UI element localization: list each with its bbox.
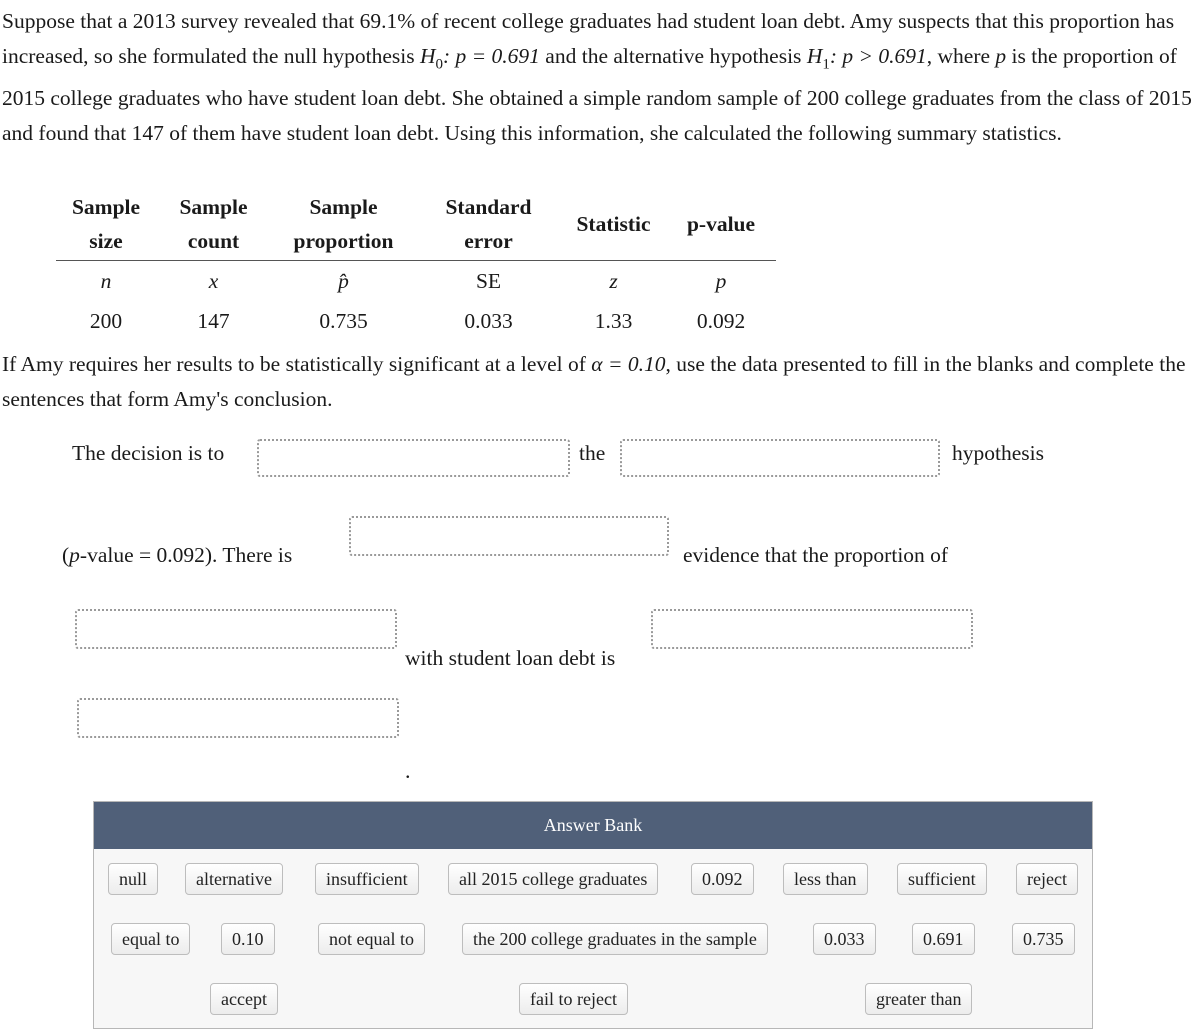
table-value-row: 200 147 0.735 0.033 1.33 0.092 xyxy=(56,301,776,341)
h0-symbol: H xyxy=(419,43,436,68)
header-line: proportion xyxy=(293,229,394,253)
hypothesis-label: hypothesis xyxy=(952,441,1044,465)
problem-intro: Suppose that a 2013 survey revealed that… xyxy=(2,4,1198,150)
h1-symbol: H xyxy=(806,43,823,68)
intro-text: , where xyxy=(926,43,996,68)
answer-chip[interactable]: equal to xyxy=(111,923,191,955)
header-sample-size: Sample size xyxy=(56,190,156,261)
blank-population[interactable] xyxy=(75,609,397,649)
answer-chip[interactable]: null xyxy=(108,863,159,895)
header-line: size xyxy=(89,229,123,253)
blank-evidence[interactable] xyxy=(349,516,669,556)
blank-decision[interactable] xyxy=(257,439,570,477)
pvalue-text: (p-value = 0.092). There is xyxy=(62,543,292,568)
value-cell: 200 xyxy=(89,308,123,333)
blank-value[interactable] xyxy=(77,698,399,738)
value-cell: 0.092 xyxy=(696,308,746,333)
answer-chip[interactable]: 0.092 xyxy=(691,863,754,895)
answer-bank: Answer Bank null alternative insufficien… xyxy=(93,801,1093,1029)
header-line: Sample xyxy=(71,195,141,219)
the-label: the xyxy=(579,441,606,465)
symbol-cell: p xyxy=(715,268,727,293)
blank-comparison[interactable] xyxy=(651,609,973,649)
header-line: p-value xyxy=(686,212,756,236)
answer-chip[interactable]: insufficient xyxy=(315,863,419,895)
header-standard-error: Standard error xyxy=(416,190,561,261)
h1-statement: : p > 0.691 xyxy=(829,43,927,68)
header-line: Sample xyxy=(179,195,248,219)
summary-statistics-table: Sample size Sample count Sample proportion … xyxy=(56,190,776,341)
question-text: If Amy requires her results to be statis… xyxy=(2,347,1198,416)
answer-chip[interactable]: 0.691 xyxy=(912,923,975,955)
answer-chip[interactable]: less than xyxy=(783,863,868,895)
answer-chip[interactable]: the 200 college graduates in the sample xyxy=(462,923,768,955)
h0-statement: : p = 0.691 xyxy=(443,43,540,68)
symbol-cell: x xyxy=(208,268,219,293)
value-cell: 0.735 xyxy=(319,308,368,333)
answer-chip[interactable]: greater than xyxy=(865,983,973,1015)
header-line: error xyxy=(464,229,513,253)
symbol-cell: p̂ xyxy=(338,268,349,293)
answer-bank-title: Answer Bank xyxy=(94,802,1092,849)
header-line: Standard xyxy=(445,195,532,219)
decision-label: The decision is to xyxy=(72,441,225,465)
header-line: Statistic xyxy=(576,212,651,236)
header-p-value: p-value xyxy=(666,190,776,261)
p-symbol: p xyxy=(995,43,1007,68)
answer-chip[interactable]: sufficient xyxy=(897,863,987,895)
answer-chip[interactable]: 0.735 xyxy=(1012,923,1075,955)
table-symbol-row: n x p̂ SE z p xyxy=(56,261,776,302)
value-cell: 147 xyxy=(197,308,230,333)
evidence-label: evidence that the proportion of xyxy=(683,543,949,567)
value-cell: 0.033 xyxy=(464,308,513,333)
header-sample-proportion: Sample proportion xyxy=(271,190,416,261)
value-cell: 1.33 xyxy=(594,308,633,333)
header-line: Sample xyxy=(309,195,378,219)
answer-chip[interactable]: reject xyxy=(1016,863,1078,895)
pvalue-rest: -value = 0.092). There is xyxy=(79,543,293,567)
h0-subscript: 0 xyxy=(435,55,444,72)
answer-chip[interactable]: fail to reject xyxy=(519,983,628,1015)
answer-chip[interactable]: all 2015 college graduates xyxy=(448,863,659,895)
question-part: If Amy requires her results to be statis… xyxy=(2,352,592,376)
answer-chip[interactable]: accept xyxy=(210,983,278,1015)
answer-chip[interactable]: 0.10 xyxy=(221,923,275,955)
symbol-cell: z xyxy=(609,268,618,293)
header-line: count xyxy=(187,229,240,253)
table-header-row: Sample size Sample count Sample proportion … xyxy=(56,190,776,261)
alpha-value: α = 0.10 xyxy=(591,352,666,376)
sentence-period: . xyxy=(405,758,411,783)
header-statistic: Statistic xyxy=(561,190,666,261)
header-sample-count: Sample count xyxy=(156,190,271,261)
blank-hypothesis[interactable] xyxy=(620,439,940,477)
symbol-cell: n xyxy=(100,268,112,293)
answer-chip[interactable]: 0.033 xyxy=(813,923,876,955)
answer-chip[interactable]: alternative xyxy=(185,863,283,895)
h1-subscript: 1 xyxy=(822,55,830,72)
with-debt-label: with student loan debt is xyxy=(405,646,616,670)
intro-text: and the alternative hypothesis xyxy=(539,43,807,68)
answer-chip[interactable]: not equal to xyxy=(318,923,425,955)
symbol-cell: SE xyxy=(475,268,502,293)
p-symbol: p xyxy=(69,543,80,567)
